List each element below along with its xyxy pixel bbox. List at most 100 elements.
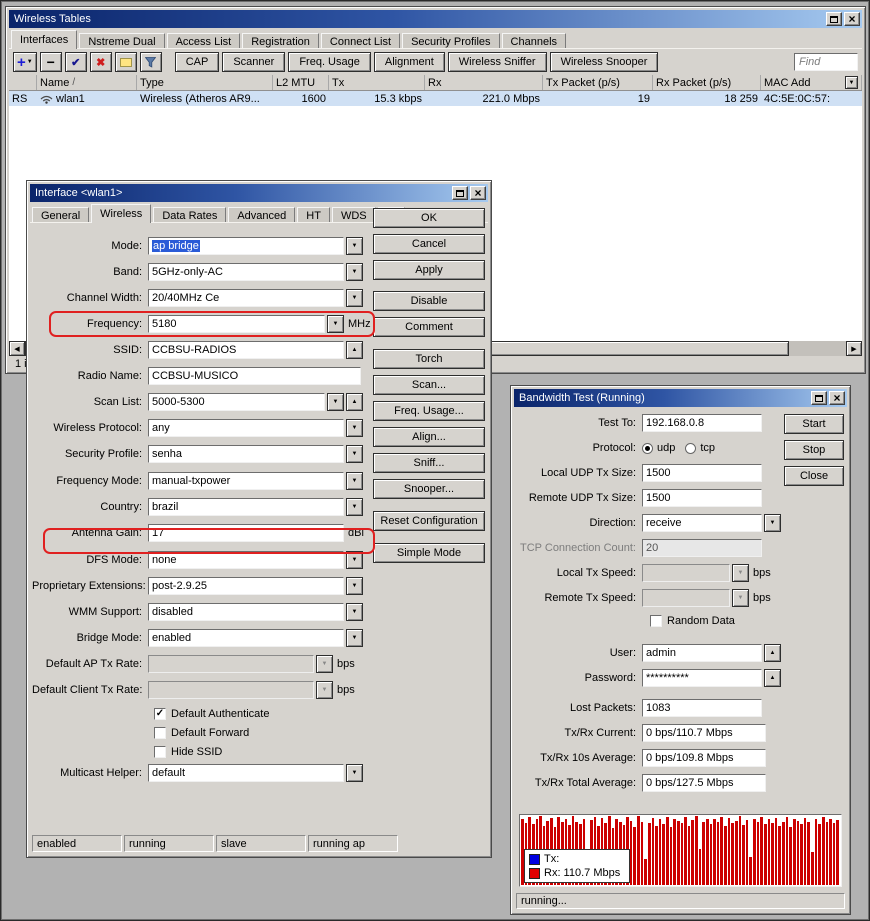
frequency-mode-dropdown-button[interactable]: ▼ xyxy=(346,472,363,490)
country-dropdown-button[interactable]: ▼ xyxy=(346,498,363,516)
scan-list-dropdown-button[interactable]: ▼ xyxy=(327,393,344,411)
cap-button[interactable]: CAP xyxy=(174,52,220,72)
protocol-udp-radio[interactable] xyxy=(642,442,653,454)
tab-nstreme-dual[interactable]: Nstreme Dual xyxy=(79,33,165,49)
apply-button[interactable]: Apply xyxy=(373,260,485,280)
scan-list-input[interactable]: 5000-5300 xyxy=(148,393,325,411)
alignment-button[interactable]: Alignment xyxy=(373,52,445,72)
comment-button[interactable] xyxy=(114,52,137,72)
wireless-sniffer-button[interactable]: Wireless Sniffer xyxy=(447,52,547,72)
password-input[interactable]: ********** xyxy=(642,669,762,687)
col-type[interactable]: Type xyxy=(137,75,273,90)
ok-button[interactable]: OK xyxy=(373,208,485,228)
enable-button[interactable]: ✔ xyxy=(64,52,87,72)
scanner-button[interactable]: Scanner xyxy=(222,52,286,72)
default-forward-checkbox[interactable] xyxy=(154,727,166,739)
ssid-input[interactable]: CCBSU-RADIOS xyxy=(148,341,344,359)
sniff-button[interactable]: Sniff... xyxy=(373,453,485,473)
local-udp-tx-size-input[interactable]: 1500 xyxy=(642,464,762,482)
maximize-button[interactable] xyxy=(826,12,842,26)
security-profile-dropdown-button[interactable]: ▼ xyxy=(346,445,363,463)
bridge-mode-input[interactable]: enabled xyxy=(148,629,344,647)
scan-button[interactable]: Scan... xyxy=(373,375,485,395)
tab-registration[interactable]: Registration xyxy=(242,33,319,49)
tab-security-profiles[interactable]: Security Profiles xyxy=(402,33,500,49)
maximize-button[interactable] xyxy=(452,186,468,200)
snooper-button[interactable]: Snooper... xyxy=(373,479,485,499)
tab-connect-list[interactable]: Connect List xyxy=(320,33,401,49)
direction-input[interactable]: receive xyxy=(642,514,762,532)
freq-usage-button[interactable]: Freq. Usage... xyxy=(373,401,485,421)
ssid-collapse-button[interactable]: ▲ xyxy=(346,341,363,359)
tab-access-list[interactable]: Access List xyxy=(166,33,241,49)
tab-ht[interactable]: HT xyxy=(297,207,330,223)
password-collapse-button[interactable]: ▲ xyxy=(764,669,781,687)
add-button[interactable]: + ▼ xyxy=(13,52,37,72)
wireless-snooper-button[interactable]: Wireless Snooper xyxy=(549,52,659,72)
user-input[interactable]: admin xyxy=(642,644,762,662)
filter-button[interactable] xyxy=(139,52,162,72)
dfs-mode-input[interactable]: none xyxy=(148,551,344,569)
tab-channels[interactable]: Channels xyxy=(501,33,567,49)
column-filter-button[interactable]: ▼ xyxy=(845,76,858,89)
stop-button[interactable]: Stop xyxy=(784,440,844,460)
close-button[interactable]: Close xyxy=(784,466,844,486)
hide-ssid-checkbox[interactable] xyxy=(154,746,166,758)
start-button[interactable]: Start xyxy=(784,414,844,434)
direction-dropdown-button[interactable]: ▼ xyxy=(764,514,781,532)
simple-mode-button[interactable]: Simple Mode xyxy=(373,543,485,563)
default-authenticate-checkbox[interactable] xyxy=(154,708,166,720)
maximize-button[interactable] xyxy=(811,391,827,405)
security-profile-input[interactable]: senha xyxy=(148,445,344,463)
align-button[interactable]: Align... xyxy=(373,427,485,447)
torch-button[interactable]: Torch xyxy=(373,349,485,369)
bandwidth-dialog-titlebar[interactable]: Bandwidth Test (Running) × xyxy=(514,389,847,407)
random-data-checkbox[interactable] xyxy=(650,615,662,627)
dfs-mode-dropdown-button[interactable]: ▼ xyxy=(346,551,363,569)
wireless-protocol-input[interactable]: any xyxy=(148,419,344,437)
comment-button[interactable]: Comment xyxy=(373,317,485,337)
frequency-input[interactable]: 5180 xyxy=(148,315,325,333)
test-to-input[interactable]: 192.168.0.8 xyxy=(642,414,762,432)
band-input[interactable]: 5GHz-only-AC xyxy=(148,263,344,281)
channel-width-input[interactable]: 20/40MHz Ce xyxy=(148,289,344,307)
multicast-helper-input[interactable]: default xyxy=(148,764,344,782)
tab-general[interactable]: General xyxy=(32,207,90,223)
protocol-tcp-radio[interactable] xyxy=(685,442,697,454)
multicast-helper-dropdown-button[interactable]: ▼ xyxy=(346,764,363,782)
col-tx[interactable]: Tx xyxy=(329,75,425,90)
country-input[interactable]: brazil xyxy=(148,498,344,516)
scroll-left-button[interactable]: ◀ xyxy=(9,341,25,356)
disable-button[interactable]: Disable xyxy=(373,291,485,311)
cancel-button[interactable]: Cancel xyxy=(373,234,485,254)
interface-dialog-titlebar[interactable]: Interface <wlan1> × xyxy=(30,184,488,202)
col-rx-packet[interactable]: Rx Packet (p/s) xyxy=(653,75,761,90)
tab-advanced[interactable]: Advanced xyxy=(228,207,296,223)
remote-udp-tx-size-input[interactable]: 1500 xyxy=(642,489,762,507)
close-button[interactable]: × xyxy=(844,12,860,26)
mode-input[interactable]: ap bridge xyxy=(148,237,344,255)
proprietary-extensions-dropdown-button[interactable]: ▼ xyxy=(346,577,363,595)
mode-dropdown-button[interactable]: ▼ xyxy=(346,237,363,255)
col-name[interactable]: Name / xyxy=(37,75,137,90)
scroll-right-button[interactable]: ▶ xyxy=(846,341,862,356)
bridge-mode-dropdown-button[interactable]: ▼ xyxy=(346,629,363,647)
scan-list-collapse-button[interactable]: ▲ xyxy=(346,393,363,411)
col-rx[interactable]: Rx xyxy=(425,75,543,90)
close-button[interactable]: × xyxy=(829,391,845,405)
wmm-support-input[interactable]: disabled xyxy=(148,603,344,621)
tab-wds[interactable]: WDS xyxy=(331,207,376,223)
reset-configuration-button[interactable]: Reset Configuration xyxy=(373,511,485,531)
antenna-gain-input[interactable]: 17 xyxy=(148,524,344,542)
freq-usage-button[interactable]: Freq. Usage xyxy=(288,52,371,72)
col-flags[interactable] xyxy=(9,75,37,90)
band-dropdown-button[interactable]: ▼ xyxy=(346,263,363,281)
col-mac[interactable]: MAC Add ▼ xyxy=(761,75,862,90)
channel-width-dropdown-button[interactable]: ▼ xyxy=(346,289,363,307)
user-collapse-button[interactable]: ▲ xyxy=(764,644,781,662)
table-row[interactable]: RS wlan1 Wireless (Atheros AR9... 1600 1… xyxy=(9,91,862,106)
close-button[interactable]: × xyxy=(470,186,486,200)
find-input[interactable] xyxy=(794,53,858,71)
disable-button[interactable]: ✖ xyxy=(89,52,112,72)
tab-data-rates[interactable]: Data Rates xyxy=(153,207,227,223)
